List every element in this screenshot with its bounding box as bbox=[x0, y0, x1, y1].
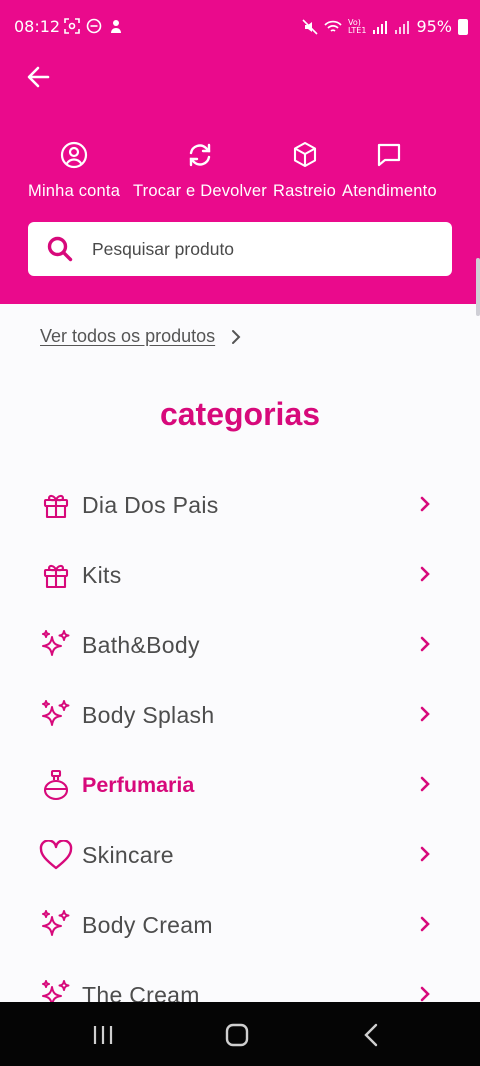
sparkles-icon bbox=[42, 910, 70, 936]
mute-icon bbox=[302, 18, 318, 35]
back-nav-button[interactable] bbox=[346, 1018, 396, 1052]
lte-badge: Vo) LTE1 bbox=[348, 17, 367, 35]
user-circle-icon bbox=[60, 141, 88, 169]
sparkles-icon bbox=[42, 700, 70, 726]
back-nav-icon bbox=[364, 1023, 378, 1047]
chat-icon bbox=[378, 143, 401, 167]
status-time: 08:12 bbox=[14, 17, 61, 36]
scrollbar[interactable] bbox=[476, 258, 480, 316]
signal-icon bbox=[373, 20, 388, 34]
chevron-right-icon bbox=[420, 846, 430, 862]
gift-icon bbox=[43, 494, 69, 519]
home-icon bbox=[225, 1023, 249, 1047]
see-all-label: Ver todos os produtos bbox=[40, 326, 216, 346]
search-bar[interactable]: Pesquisar produto bbox=[28, 222, 452, 276]
recent-apps-icon bbox=[93, 1026, 113, 1044]
category-label: Dia Dos Pais bbox=[82, 491, 219, 518]
chevron-right-icon bbox=[420, 916, 430, 932]
category-label: Bath&Body bbox=[82, 631, 200, 658]
status-left-icons bbox=[64, 18, 124, 34]
category-item-body-cream[interactable]: Body Cream bbox=[0, 890, 480, 960]
category-label: Skincare bbox=[82, 841, 174, 868]
notification-app-icon bbox=[111, 20, 121, 33]
battery-level: 95% bbox=[416, 17, 452, 36]
quick-action-label: Rastreio bbox=[273, 182, 337, 200]
battery-icon bbox=[458, 18, 468, 35]
category-item-body-splash[interactable]: Body Splash bbox=[0, 680, 480, 750]
category-item-bath-body[interactable]: Bath&Body bbox=[0, 610, 480, 680]
category-item-dia-dos-pais[interactable]: Dia Dos Pais bbox=[0, 470, 480, 540]
status-bar: 08:12 Vo) LTE1 95% bbox=[0, 0, 480, 54]
sparkles-icon bbox=[42, 630, 70, 656]
signal-2-icon bbox=[395, 20, 410, 34]
status-right: Vo) LTE1 95% bbox=[302, 17, 468, 36]
wifi-icon bbox=[324, 20, 342, 32]
system-nav-bar bbox=[0, 1002, 480, 1066]
categories-title: categorias bbox=[159, 396, 321, 432]
category-label: Body Splash bbox=[82, 701, 215, 728]
dnd-icon bbox=[86, 18, 102, 34]
chevron-right-icon bbox=[420, 776, 430, 792]
quick-action-label: Minha conta bbox=[28, 182, 121, 200]
search-input[interactable]: Pesquisar produto bbox=[92, 239, 234, 260]
perfume-icon bbox=[43, 769, 69, 801]
quick-action-minha-conta[interactable]: Minha conta bbox=[28, 136, 120, 201]
chevron-right-icon bbox=[420, 496, 430, 512]
heart-icon bbox=[39, 840, 73, 870]
chevron-right-icon bbox=[232, 329, 241, 344]
category-item-perfumaria[interactable]: Perfumaria bbox=[0, 750, 480, 820]
search-icon bbox=[47, 236, 73, 262]
box-icon bbox=[293, 141, 316, 168]
category-label: Perfumaria bbox=[82, 772, 195, 797]
category-item-kits[interactable]: Kits bbox=[0, 540, 480, 610]
home-button[interactable] bbox=[212, 1018, 262, 1052]
see-all-link[interactable]: Ver todos os produtos bbox=[40, 326, 241, 347]
chevron-right-icon bbox=[420, 636, 430, 652]
quick-action-label: Atendimento bbox=[342, 182, 437, 200]
quick-action-rastreio[interactable]: Rastreio bbox=[273, 136, 336, 201]
header: 08:12 Vo) LTE1 95% Minha conta Trocar e D… bbox=[0, 0, 480, 304]
quick-action-label: Trocar e Devolver bbox=[133, 182, 267, 200]
back-button[interactable] bbox=[20, 58, 58, 96]
category-item-skincare[interactable]: Skincare bbox=[0, 820, 480, 890]
refresh-icon bbox=[189, 143, 211, 167]
quick-action-atendimento[interactable]: Atendimento bbox=[342, 136, 437, 201]
quick-actions: Minha conta Trocar e Devolver Rastreio A… bbox=[0, 136, 480, 206]
chevron-right-icon bbox=[420, 706, 430, 722]
chevron-right-icon bbox=[420, 566, 430, 582]
category-label: Kits bbox=[82, 561, 122, 588]
recent-apps-button[interactable] bbox=[78, 1018, 128, 1052]
category-label: Body Cream bbox=[82, 911, 213, 938]
arrow-left-icon bbox=[27, 66, 50, 88]
gift-icon bbox=[43, 564, 69, 589]
screenshot-icon bbox=[64, 18, 80, 34]
quick-action-trocar-devolver[interactable]: Trocar e Devolver bbox=[133, 136, 267, 201]
chevron-right-icon bbox=[420, 986, 430, 1002]
